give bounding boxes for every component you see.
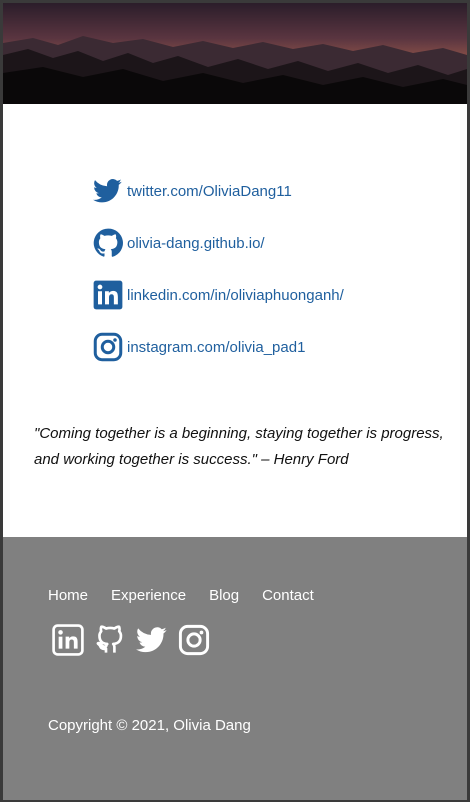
social-link-linkedin[interactable]: linkedin.com/in/oliviaphuonganh/ <box>93 280 344 310</box>
instagram-icon[interactable] <box>178 624 210 656</box>
footer-nav-home[interactable]: Home <box>48 587 88 604</box>
social-link-linkedin-text[interactable]: linkedin.com/in/oliviaphuonganh/ <box>127 287 344 304</box>
instagram-icon <box>93 332 123 362</box>
twitter-icon <box>93 176 123 206</box>
page: twitter.com/OliviaDang11 olivia-dang.git… <box>3 3 467 800</box>
footer-social-icons <box>52 624 220 656</box>
footer-nav-experience[interactable]: Experience <box>111 587 186 604</box>
social-link-twitter-text[interactable]: twitter.com/OliviaDang11 <box>127 183 292 200</box>
github-icon <box>93 228 123 258</box>
footer-nav-blog[interactable]: Blog <box>209 587 239 604</box>
twitter-icon[interactable] <box>136 624 168 656</box>
github-icon[interactable] <box>94 624 126 656</box>
social-link-instagram-text[interactable]: instagram.com/olivia_pad1 <box>127 339 305 356</box>
linkedin-icon[interactable] <box>52 624 84 656</box>
social-link-twitter[interactable]: twitter.com/OliviaDang11 <box>93 176 292 206</box>
social-link-github[interactable]: olivia-dang.github.io/ <box>93 228 265 258</box>
social-link-instagram[interactable]: instagram.com/olivia_pad1 <box>93 332 305 362</box>
copyright-text: Copyright © 2021, Olivia Dang <box>48 717 251 734</box>
footer-nav: Home Experience Blog Contact <box>48 587 337 604</box>
linkedin-icon <box>93 280 123 310</box>
social-link-github-text[interactable]: olivia-dang.github.io/ <box>127 235 265 252</box>
footer-nav-contact[interactable]: Contact <box>262 587 314 604</box>
quote-text: "Coming together is a beginning, staying… <box>34 425 444 468</box>
hero-banner-image <box>3 3 467 104</box>
footer: Home Experience Blog Contact Copyright ©… <box>3 537 467 800</box>
